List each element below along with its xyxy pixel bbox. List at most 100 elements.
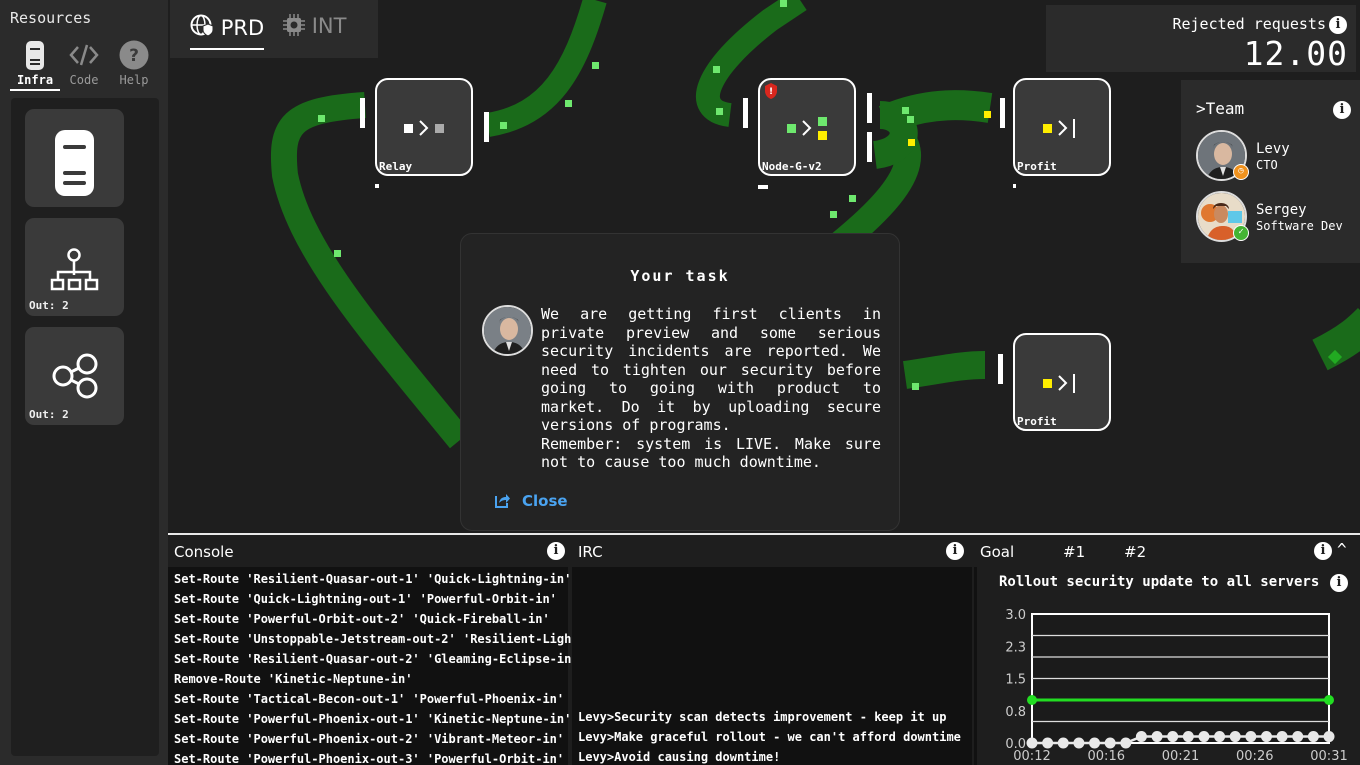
x-tick-label: 00:26 xyxy=(1236,749,1273,764)
packet xyxy=(716,108,723,115)
packet xyxy=(912,383,919,390)
node-g-v2[interactable]: ! Node-G-v2 xyxy=(758,78,856,176)
resource-card-load-balancer[interactable]: Out: 2 xyxy=(25,218,124,316)
info-icon[interactable]: i xyxy=(547,542,565,560)
goal-tab-1[interactable]: #1 xyxy=(1034,543,1114,569)
target-point xyxy=(1324,695,1334,705)
resources-sidebar: Resources Infra Code ? Help Out: 2 Out: … xyxy=(0,0,168,765)
x-tick-label: 00:31 xyxy=(1310,749,1347,764)
person-portrait-icon xyxy=(484,307,531,354)
node-g-input-port[interactable] xyxy=(743,98,748,128)
info-icon[interactable]: i xyxy=(1333,101,1351,119)
team-header[interactable]: >Team xyxy=(1196,99,1244,118)
progress-point xyxy=(1167,731,1179,743)
node-profit[interactable]: Profit xyxy=(1013,78,1111,176)
route-path xyxy=(872,101,918,169)
status-busy-icon: ◷ xyxy=(1233,164,1249,180)
progress-point xyxy=(1276,731,1288,743)
packet xyxy=(334,250,341,257)
progress-point xyxy=(1151,731,1163,743)
goal-panel: Rollout security update to all servers i… xyxy=(974,567,1360,765)
tab-prd[interactable]: PRD xyxy=(190,14,265,50)
route-path xyxy=(485,0,607,137)
resource-panel: Out: 2 Out: 2 xyxy=(11,98,159,756)
relay-input-port[interactable] xyxy=(360,98,365,128)
tab-code-label: Code xyxy=(69,73,99,87)
goal-progress-chart: 3.02.31.50.80.000:12 00:16 00:21 00:26 00:31 xyxy=(1005,608,1347,764)
info-icon[interactable]: i xyxy=(1329,16,1347,34)
irc-line: Levy>Make graceful rollout - we can't af… xyxy=(578,730,961,744)
member-name: Sergey xyxy=(1256,202,1307,218)
member-role: Software Dev xyxy=(1256,219,1343,233)
bottom-panels: Console i Set-Route 'Resilient-Quasar-ou… xyxy=(168,533,1360,765)
irc-log[interactable]: Levy>Security scan detects improvement -… xyxy=(572,567,972,765)
relay-output-port[interactable] xyxy=(484,112,489,142)
irc-line: Levy>Avoid causing downtime! xyxy=(578,750,781,764)
svg-text:?: ? xyxy=(129,46,139,66)
progress-point xyxy=(1120,737,1132,749)
team-member-levy[interactable]: ◷ Levy CTO xyxy=(1196,130,1356,182)
help-icon: ? xyxy=(119,40,149,70)
resource-card-server[interactable] xyxy=(25,109,124,207)
team-member-sergey[interactable]: ✓ Sergey Software Dev xyxy=(1196,191,1356,243)
progress-point xyxy=(1073,737,1085,749)
server-icon xyxy=(55,130,94,196)
profit-input-port[interactable] xyxy=(998,354,1003,384)
console-line: Set-Route 'Tactical-Becon-out-1' 'Powerf… xyxy=(174,692,565,706)
route-path xyxy=(1312,307,1360,371)
console-line: Set-Route 'Powerful-Phoenix-out-1' 'Kine… xyxy=(174,712,572,726)
packet xyxy=(830,211,837,218)
console-line: Set-Route 'Resilient-Quasar-out-2' 'Glea… xyxy=(174,652,579,666)
status-ok-icon: ✓ xyxy=(1233,225,1249,241)
progress-point xyxy=(1229,731,1241,743)
console-line: Set-Route 'Resilient-Quasar-out-1' 'Quic… xyxy=(174,572,572,586)
tab-infra[interactable]: Infra xyxy=(10,40,60,92)
task-message: We are getting first clients in private … xyxy=(541,305,881,471)
avatar xyxy=(482,305,533,356)
packet xyxy=(984,111,991,118)
member-name: Levy xyxy=(1256,141,1290,157)
resource-out-count: Out: 2 xyxy=(29,408,69,421)
relay-status-tick xyxy=(375,184,379,188)
console-line: Set-Route 'Powerful-Phoenix-out-2' 'Vibr… xyxy=(174,732,565,746)
progress-point xyxy=(1292,731,1304,743)
y-tick-label: 3.0 xyxy=(1005,608,1026,623)
goal-tab-2[interactable]: #2 xyxy=(1124,543,1146,561)
packet xyxy=(500,122,507,129)
node-relay[interactable]: Relay xyxy=(375,78,473,176)
node-g-output-port-2[interactable] xyxy=(867,132,872,162)
tab-prd-label: PRD xyxy=(220,16,265,40)
close-label: Close xyxy=(522,492,568,510)
node-profit[interactable]: Profit xyxy=(1013,333,1111,431)
close-button[interactable]: Close xyxy=(494,492,568,510)
node-g-output-port-1[interactable] xyxy=(867,93,872,123)
server-icon xyxy=(26,41,44,70)
member-role: CTO xyxy=(1256,158,1278,172)
x-tick-label: 00:16 xyxy=(1088,749,1125,764)
packet xyxy=(849,195,856,202)
node-g-status-tick xyxy=(758,185,768,189)
tab-code[interactable]: Code xyxy=(59,40,109,92)
packet xyxy=(592,62,599,69)
y-tick-label: 1.5 xyxy=(1005,673,1026,688)
chevron-up-icon[interactable]: ^ xyxy=(1337,540,1347,559)
tab-help[interactable]: ? Help xyxy=(109,40,159,92)
info-icon[interactable]: i xyxy=(1314,542,1332,560)
progress-point xyxy=(1104,737,1116,749)
tab-int[interactable]: INT xyxy=(283,14,346,50)
progress-point xyxy=(1057,737,1069,749)
goal-header: Goal #1 #2 i ^ xyxy=(974,535,1360,569)
target-point xyxy=(1027,695,1037,705)
progress-point xyxy=(1245,731,1257,743)
packet xyxy=(780,0,787,7)
progress-point xyxy=(1260,731,1272,743)
sidebar-title: Resources xyxy=(10,9,92,27)
console-title: Console xyxy=(174,543,234,561)
tab-infra-label: Infra xyxy=(16,73,54,87)
resource-card-splitter[interactable]: Out: 2 xyxy=(25,327,124,425)
info-icon[interactable]: i xyxy=(946,542,964,560)
share-arrow-icon xyxy=(495,494,510,508)
profit-input-port[interactable] xyxy=(1000,98,1005,128)
console-line: Set-Route 'Unstoppable-Jetstream-out-2' … xyxy=(174,632,579,646)
console-log[interactable]: Set-Route 'Resilient-Quasar-out-1' 'Quic… xyxy=(168,567,579,765)
